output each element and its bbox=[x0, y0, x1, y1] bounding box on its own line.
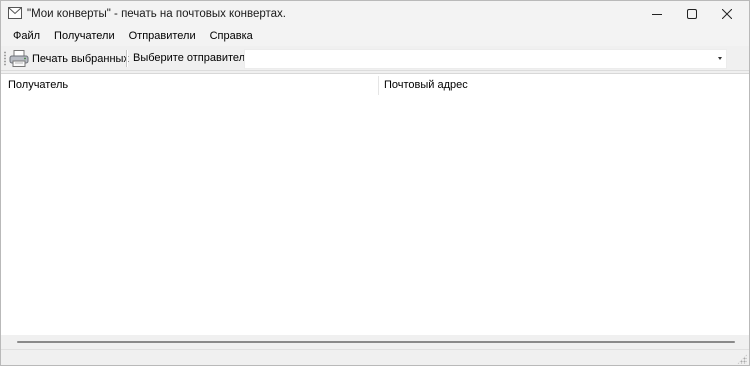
printer-icon bbox=[9, 50, 29, 67]
status-bar bbox=[1, 349, 749, 365]
resize-grip-icon[interactable] bbox=[737, 354, 747, 364]
horizontal-scrollbar[interactable] bbox=[1, 335, 749, 349]
menu-help[interactable]: Справка bbox=[203, 27, 260, 46]
chevron-down-icon[interactable] bbox=[718, 57, 722, 60]
close-button[interactable] bbox=[704, 1, 749, 27]
column-header-address[interactable]: Почтовый адрес bbox=[384, 74, 468, 96]
sender-select[interactable] bbox=[244, 49, 727, 69]
toolbar: Печать выбранных Выберите отправителя: bbox=[1, 47, 749, 71]
close-icon bbox=[722, 9, 732, 19]
sender-label: Выберите отправителя: bbox=[133, 52, 255, 64]
menu-bar: Файл Получатели Отправители Справка bbox=[1, 27, 749, 46]
envelope-icon bbox=[8, 7, 22, 19]
window-title: "Мои конверты" - печать на почтовых конв… bbox=[27, 8, 286, 20]
column-header-recipient[interactable]: Получатель bbox=[8, 74, 68, 96]
recipients-list[interactable]: Получатель Почтовый адрес bbox=[1, 73, 749, 336]
print-selected-button[interactable]: Печать выбранных bbox=[9, 48, 129, 69]
menu-recipients[interactable]: Получатели bbox=[47, 27, 122, 46]
maximize-icon bbox=[687, 9, 697, 19]
toolbar-grip[interactable] bbox=[4, 51, 6, 66]
minimize-icon bbox=[652, 14, 662, 15]
print-selected-label: Печать выбранных bbox=[32, 52, 129, 65]
scrollbar-thumb[interactable] bbox=[17, 341, 735, 343]
menu-senders[interactable]: Отправители bbox=[122, 27, 203, 46]
main-window: "Мои конверты" - печать на почтовых конв… bbox=[0, 0, 750, 366]
toolbar-separator bbox=[126, 50, 128, 67]
title-bar[interactable]: "Мои конверты" - печать на почтовых конв… bbox=[1, 1, 749, 27]
menu-file[interactable]: Файл bbox=[1, 27, 47, 46]
column-divider[interactable] bbox=[378, 76, 379, 95]
